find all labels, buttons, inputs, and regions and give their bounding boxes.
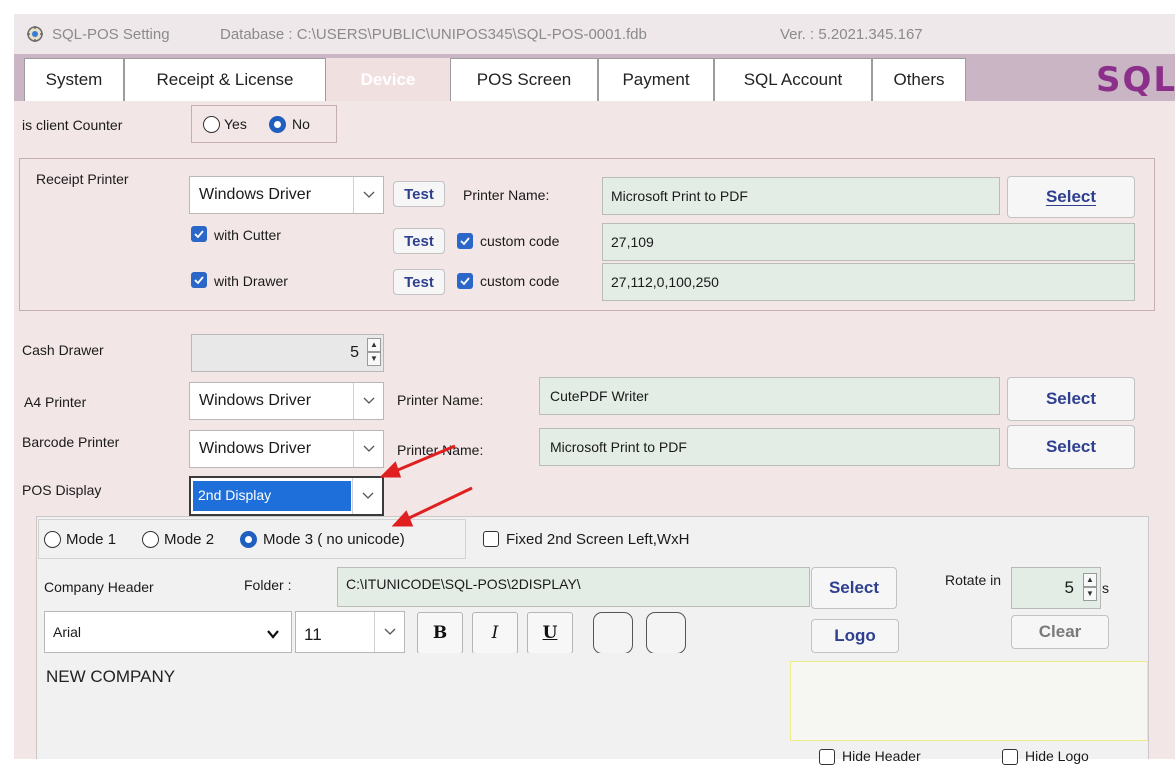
annotation-arrows [379,444,473,527]
arrow-icon [379,444,473,527]
